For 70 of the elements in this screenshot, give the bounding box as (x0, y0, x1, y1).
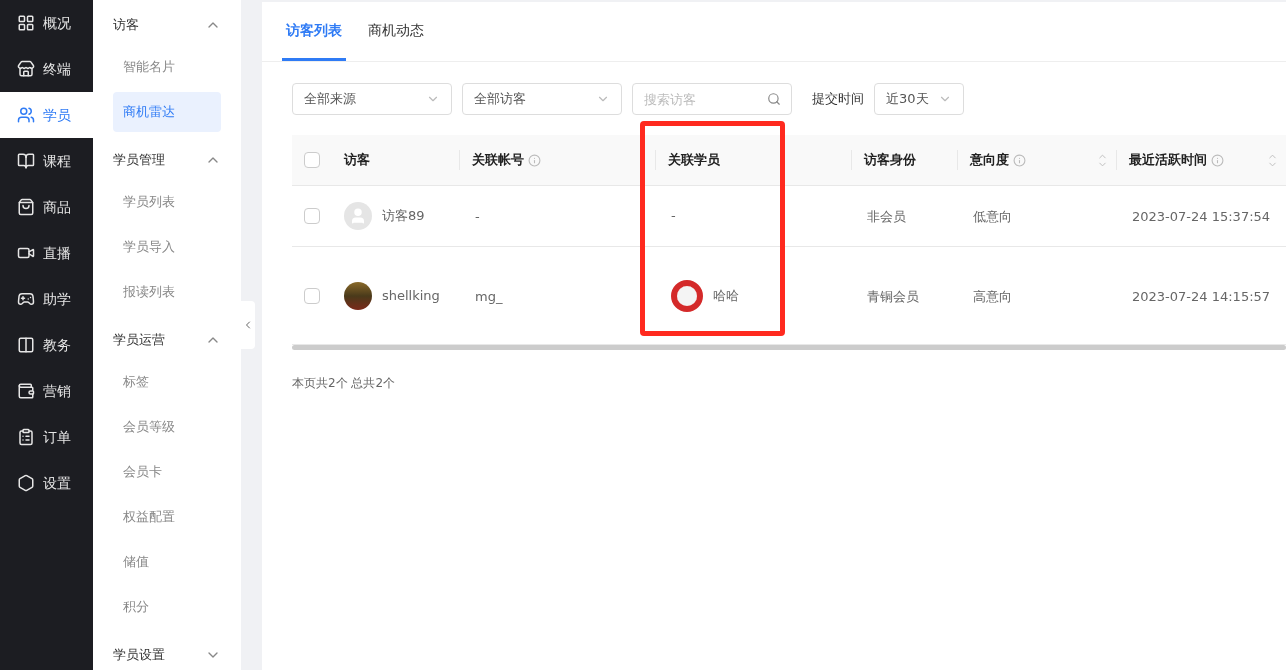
table-cell: - (475, 209, 480, 224)
nav-item[interactable]: 学员 (0, 92, 93, 138)
checkbox[interactable] (304, 287, 320, 304)
store-icon (17, 60, 35, 78)
info-icon[interactable] (1013, 153, 1026, 167)
table-cell: mg_ (475, 288, 503, 304)
table-cell-text: shellking (382, 286, 440, 305)
submenu-item[interactable]: 积分 (113, 587, 221, 627)
table-cell-text: - (671, 207, 676, 226)
table-cell: 非会员 (867, 209, 906, 224)
nav-item[interactable]: 商品 (0, 184, 93, 230)
table-cell: 2023-07-24 14:15:57 (1132, 288, 1271, 304)
table-cell: 高意向 (973, 288, 1012, 304)
nav-item[interactable]: 设置 (0, 460, 93, 506)
menu-group-title: 学员设置 (113, 645, 165, 664)
submenu-item[interactable]: 储值 (113, 542, 221, 582)
submenu-item[interactable]: 会员卡 (113, 452, 221, 492)
submenu-item[interactable]: 智能名片 (113, 47, 221, 87)
nav-item[interactable]: 订单 (0, 414, 93, 460)
nav-item[interactable]: 课程 (0, 138, 93, 184)
submenu-item[interactable]: 商机雷达 (113, 92, 221, 132)
submenu-item[interactable]: 报读列表 (113, 272, 221, 312)
nav-item[interactable]: 概况 (0, 0, 93, 46)
nav-item[interactable]: 助学 (0, 276, 93, 322)
users-icon (17, 106, 35, 124)
table-cell-text: 访客89 (382, 207, 425, 226)
checkbox[interactable] (304, 208, 320, 224)
column-header: 最近活跃时间 (1129, 151, 1207, 170)
column-header: 意向度 (970, 151, 1009, 170)
column-header: 关联学员 (668, 151, 720, 170)
time-dropdown[interactable]: 近30天 (874, 83, 964, 115)
submenu-item[interactable]: 会员等级 (113, 407, 221, 447)
submenu-item[interactable]: 学员列表 (113, 182, 221, 222)
info-icon[interactable] (528, 153, 541, 167)
time-label: 提交时间 (812, 90, 864, 109)
menu-group-title: 学员管理 (113, 150, 165, 169)
hexagon-icon (17, 474, 35, 492)
wallet-icon (17, 382, 35, 400)
search-icon[interactable] (767, 92, 781, 106)
collapse-handle[interactable] (241, 301, 255, 349)
source-dropdown[interactable]: 全部来源 (292, 83, 452, 115)
table-cell-text: 哈哈 (713, 286, 739, 305)
visitor-dropdown[interactable]: 全部访客 (462, 83, 622, 115)
page-summary: 本页共2个 总共2个 (292, 375, 397, 392)
info-icon[interactable] (1211, 153, 1224, 167)
bag-icon (17, 198, 35, 216)
menu-group-title: 访客 (113, 15, 139, 34)
columns-icon (17, 336, 35, 354)
table-cell: 低意向 (973, 209, 1012, 224)
clipboard-icon (17, 428, 35, 446)
grid-icon (17, 14, 35, 32)
submenu-item[interactable]: 学员导入 (113, 227, 221, 267)
column-header: 访客身份 (864, 151, 916, 170)
column-header: 访客 (344, 151, 370, 170)
tab[interactable]: 商机动态 (364, 2, 428, 61)
table-cell: 2023-07-24 15:37:54 (1132, 209, 1271, 224)
gamepad-icon (17, 290, 35, 308)
submenu-item[interactable]: 权益配置 (113, 497, 221, 537)
checkbox[interactable] (304, 152, 320, 168)
nav-item[interactable]: 营销 (0, 368, 93, 414)
tab[interactable]: 访客列表 (282, 2, 346, 61)
search-field[interactable]: 搜索访客 (632, 83, 792, 115)
table-cell: 青铜会员 (867, 288, 919, 304)
submenu-item[interactable]: 标签 (113, 362, 221, 402)
menu-group-title: 学员运营 (113, 330, 165, 349)
nav-item[interactable]: 终端 (0, 46, 93, 92)
book-icon (17, 152, 35, 170)
column-header: 关联帐号 (472, 151, 524, 170)
nav-item[interactable]: 直播 (0, 230, 93, 276)
nav-item[interactable]: 教务 (0, 322, 93, 368)
